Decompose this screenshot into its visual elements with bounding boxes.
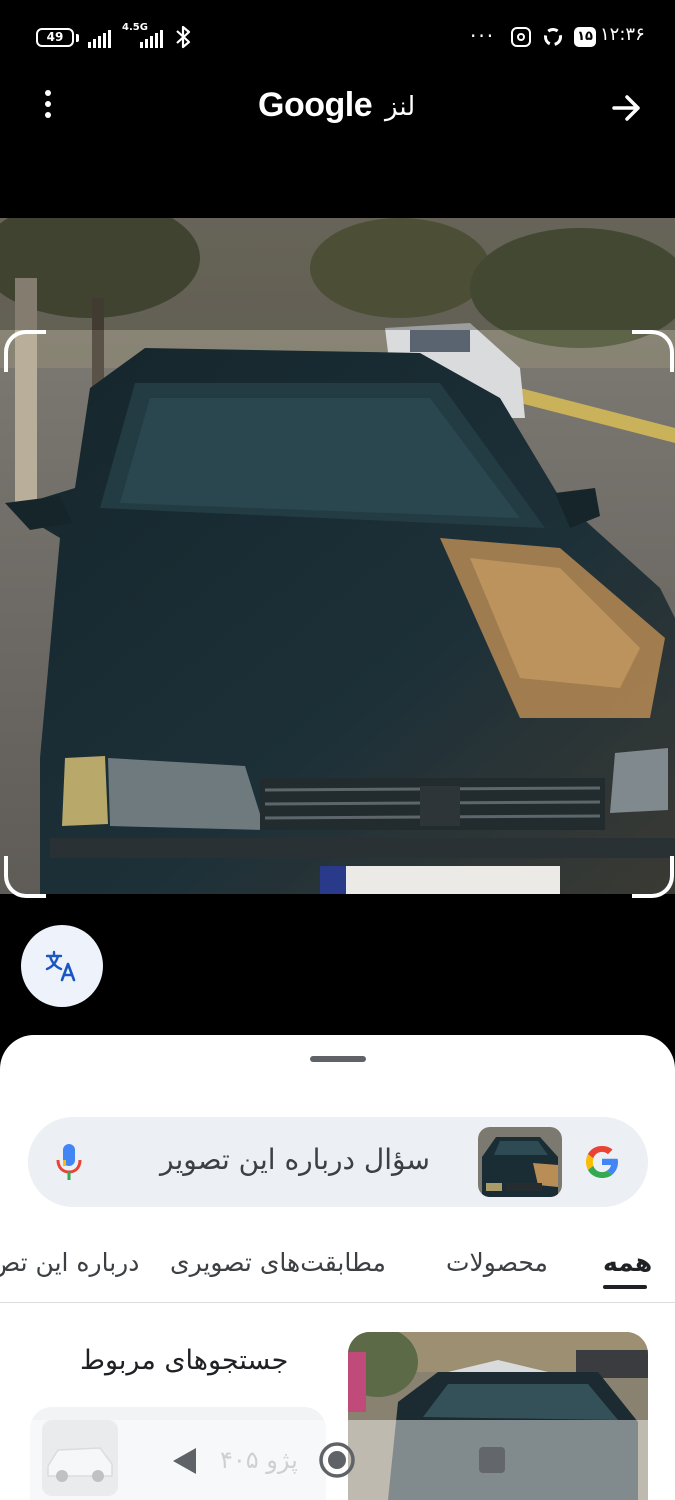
translate-button[interactable] [21, 925, 103, 1007]
sync-icon [544, 28, 562, 46]
crop-handle-bottom-left[interactable] [4, 856, 46, 898]
tab-about-image[interactable]: درباره این تص [0, 1248, 139, 1277]
signal-icon [88, 28, 111, 48]
arrow-forward-icon[interactable] [606, 88, 646, 128]
signal-icon-2 [140, 28, 163, 48]
tab-products[interactable]: محصولات [446, 1248, 548, 1277]
image-dim-overlay [0, 218, 675, 330]
tab-active-indicator [603, 1285, 647, 1289]
crop-handle-top-right[interactable] [632, 330, 674, 372]
app-title-lens: لنز [385, 92, 416, 122]
crop-handle-top-left[interactable] [4, 330, 46, 372]
tabs-divider [0, 1302, 675, 1303]
related-searches-title: جستجوهای مربوط [80, 1345, 289, 1376]
back-icon[interactable] [170, 1445, 198, 1477]
status-bar: 49 4.5G ··· ۱۵ ۱۲:۳۶ [0, 0, 675, 75]
tab-visual-matches[interactable]: مطابقت‌های تصویری [170, 1248, 386, 1277]
more-options-icon[interactable] [38, 90, 58, 124]
battery-indicator: 49 [36, 28, 74, 47]
recent-apps-icon[interactable] [479, 1447, 505, 1473]
notification-badge: ۱۵ [574, 27, 596, 47]
more-notifications-icon: ··· [470, 24, 496, 48]
home-icon[interactable] [318, 1441, 356, 1479]
clock: ۱۲:۳۶ [600, 24, 645, 45]
query-thumbnail[interactable] [478, 1127, 562, 1197]
instagram-icon [511, 27, 531, 47]
bluetooth-icon [176, 25, 191, 49]
google-logo-icon [586, 1146, 618, 1178]
app-title-brand: Google [258, 86, 373, 124]
translate-icon [45, 950, 76, 982]
sheet-drag-handle[interactable] [310, 1056, 366, 1062]
mic-icon[interactable] [54, 1140, 84, 1184]
search-input[interactable]: سؤال درباره این تصویر [160, 1143, 430, 1176]
tab-all[interactable]: همه [603, 1248, 652, 1277]
battery-tip [76, 34, 79, 42]
